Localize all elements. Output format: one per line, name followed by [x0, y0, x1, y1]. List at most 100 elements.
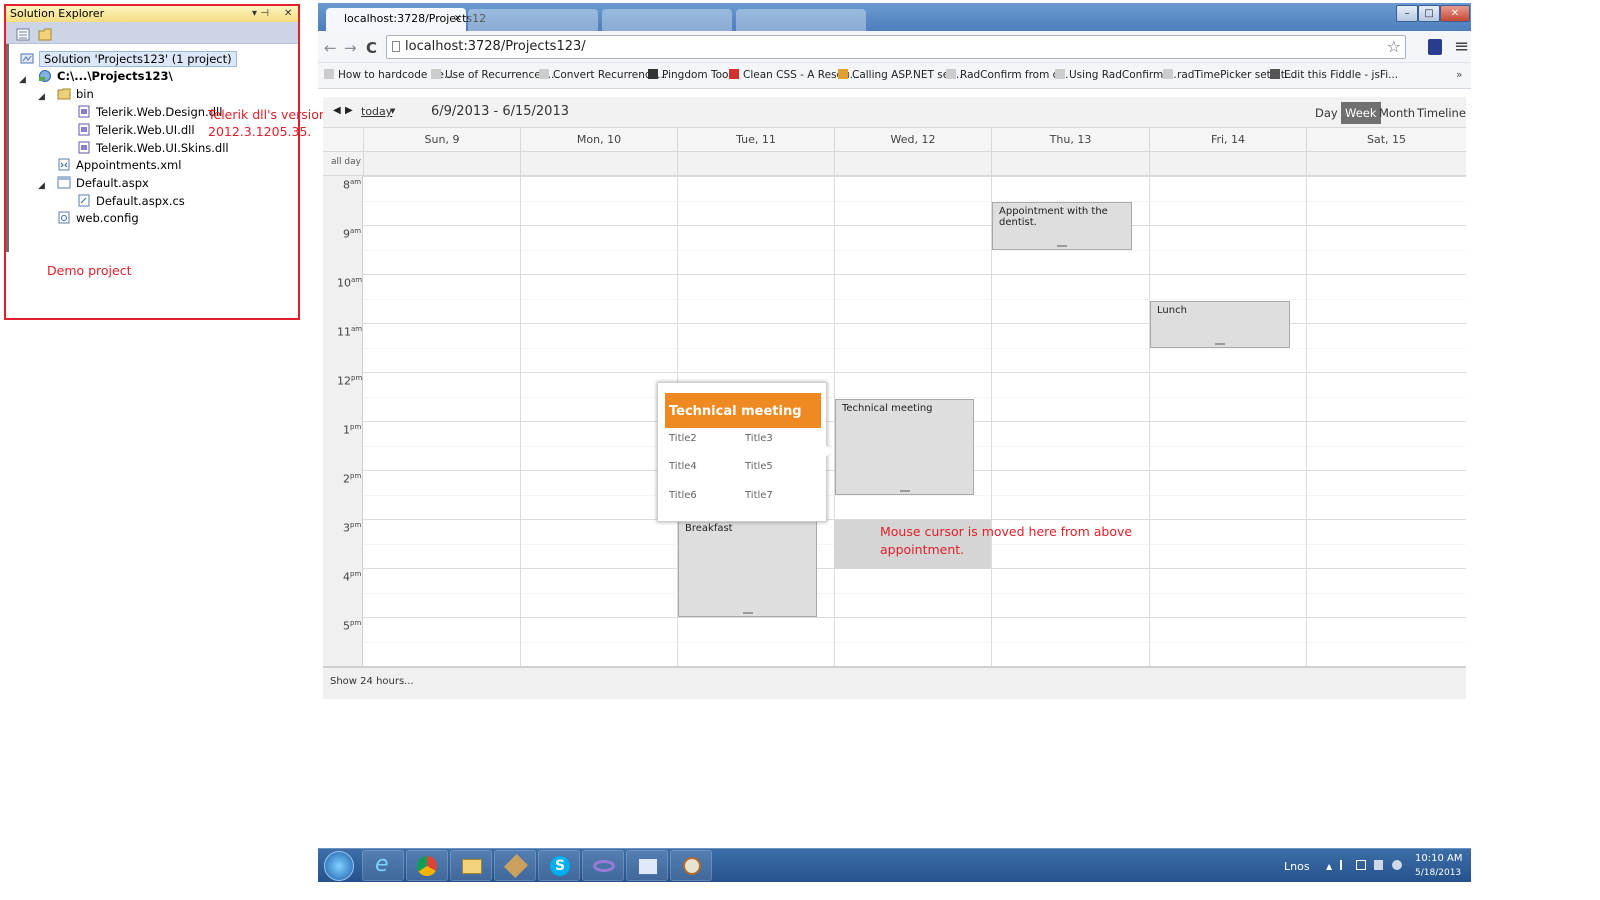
bookmarks-overflow-icon[interactable]: » — [1456, 69, 1462, 81]
tray-expand-icon[interactable]: ▲ — [1326, 862, 1332, 871]
solution-explorer-panel: Solution Explorer ▾ ⊣ ✕ Solution 'Projec… — [4, 4, 300, 320]
tree-solution[interactable]: Solution 'Projects123' (1 project) — [20, 51, 237, 68]
bookmark-item[interactable]: RadConfirm from c... — [946, 69, 1068, 81]
menu-icon[interactable]: ≡ — [1454, 36, 1469, 57]
tab-strip: localhost:3728/Projects12 ✕ – □ ✕ — [318, 3, 1471, 31]
reload-icon[interactable]: C — [366, 39, 377, 57]
hour-label: 12pm — [337, 374, 363, 388]
appointment-breakfast[interactable]: Breakfast — [678, 519, 817, 617]
taskbar-window-icon[interactable] — [626, 850, 668, 881]
tooltip-field: Title3 — [745, 433, 773, 444]
tree-file-default-aspx[interactable]: Default.aspx — [57, 175, 149, 192]
tab-active[interactable]: localhost:3728/Projects12 ✕ — [326, 8, 486, 31]
tree-file-skins-dll[interactable]: Telerik.Web.UI.Skins.dll — [77, 140, 229, 157]
file-label: Default.aspx — [76, 176, 149, 190]
tooltip-arrow — [826, 445, 832, 457]
solution-icon — [20, 52, 34, 65]
maximize-button[interactable]: □ — [1418, 5, 1440, 22]
flag-icon[interactable] — [1340, 860, 1349, 870]
address-bar[interactable]: localhost:3728/Projects123/ ☆ — [386, 35, 1406, 59]
network-icon[interactable] — [1356, 860, 1366, 870]
aspx-file-icon — [57, 176, 71, 189]
tab-inactive[interactable] — [736, 9, 866, 31]
project-label: C:\...\Projects123\ — [57, 69, 173, 83]
bookmark-item[interactable]: Using RadConfirm ... — [1055, 69, 1177, 81]
tab-inactive[interactable] — [468, 9, 598, 31]
tooltip-field: Title2 — [669, 433, 697, 444]
close-window-button[interactable]: ✕ — [1440, 5, 1470, 22]
taskbar-paint-icon[interactable] — [670, 850, 712, 881]
view-timeline-button[interactable]: Timeline — [1413, 102, 1470, 124]
hour-label: 1pm — [343, 423, 362, 437]
hour-label: 2pm — [343, 472, 362, 486]
day-header-wed: Wed, 12 — [834, 128, 991, 152]
bookmark-item[interactable]: Edit this Fiddle - jsFi... — [1270, 69, 1398, 81]
hour-label: 9am — [343, 227, 362, 241]
tree-project[interactable]: C:\...\Projects123\ — [38, 68, 173, 85]
properties-icon[interactable] — [16, 26, 30, 41]
expand-project-icon[interactable]: ◢ — [19, 75, 26, 85]
tab-inactive[interactable] — [602, 9, 732, 31]
tray-app-icon[interactable] — [1392, 860, 1402, 870]
tree-file-design-dll[interactable]: Telerik.Web.Design.dll — [77, 104, 222, 121]
taskbar-ie-icon[interactable]: e — [362, 850, 404, 881]
volume-icon[interactable] — [1374, 860, 1383, 870]
start-button[interactable] — [324, 851, 354, 881]
appointment-dentist[interactable]: Appointment with the dentist. — [992, 202, 1132, 250]
prev-icon[interactable]: ◀ — [333, 105, 341, 116]
bookmark-item[interactable]: Pingdom Tools — [648, 69, 737, 81]
tooltip-field: Title5 — [745, 461, 773, 472]
cs-file-icon — [77, 194, 91, 207]
appointment-lunch[interactable]: Lunch — [1150, 301, 1290, 348]
show-all-files-icon[interactable] — [38, 26, 52, 41]
xml-file-icon — [57, 158, 71, 171]
tab-close-icon[interactable]: ✕ — [454, 8, 462, 30]
mouse-note-line2: appointment. — [880, 542, 965, 557]
forward-icon[interactable]: → — [344, 39, 357, 57]
scheduler: ◀ ▶ today ▼ 6/9/2013 - 6/15/2013 Day Wee… — [323, 97, 1466, 699]
tree-file-web-config[interactable]: web.config — [57, 210, 139, 227]
taskbar-explorer-icon[interactable] — [450, 850, 492, 881]
hour-label: 4pm — [343, 570, 362, 584]
clock-time[interactable]: 10:10 AM — [1415, 853, 1462, 864]
all-day-row[interactable]: all day — [323, 152, 1466, 176]
today-button[interactable]: today — [361, 105, 392, 118]
hour-label: 11am — [337, 325, 363, 339]
tree-file-default-cs[interactable]: Default.aspx.cs — [77, 193, 185, 210]
taskbar-visual-studio-icon[interactable] — [582, 850, 624, 881]
file-label: web.config — [76, 211, 139, 225]
scheduler-footer: Show 24 hours... — [323, 666, 1466, 699]
hour-label: 8am — [343, 178, 362, 192]
taskbar-skype-icon[interactable]: S — [538, 850, 580, 881]
bookmark-star-icon[interactable]: ☆ — [1387, 36, 1401, 58]
tree-folder-bin[interactable]: bin — [57, 86, 94, 103]
show-24-hours-link[interactable]: Show 24 hours... — [330, 676, 414, 687]
appointment-technical-meeting[interactable]: Technical meeting — [835, 399, 974, 495]
back-icon[interactable]: ← — [324, 39, 337, 57]
nav-bar: ← → C localhost:3728/Projects123/ ☆ ≡ — [318, 31, 1471, 63]
solution-explorer-title: Solution Explorer — [10, 7, 105, 20]
day-header-thu: Thu, 13 — [991, 128, 1149, 152]
extension-icon[interactable] — [1428, 39, 1442, 55]
taskbar-tools-icon[interactable] — [494, 850, 536, 881]
date-range: 6/9/2013 - 6/15/2013 — [431, 104, 569, 119]
view-day-button[interactable]: Day — [1311, 102, 1342, 124]
pin-icon[interactable]: ▾ ⊣ — [252, 6, 269, 22]
scheduler-toolbar: ◀ ▶ today ▼ 6/9/2013 - 6/15/2013 Day Wee… — [323, 97, 1466, 128]
clock-date[interactable]: 5/18/2013 — [1415, 868, 1461, 878]
mouse-note-line1: Mouse cursor is moved here from above — [880, 524, 1133, 539]
expand-bin-icon[interactable]: ◢ — [38, 92, 45, 102]
next-icon[interactable]: ▶ — [345, 105, 353, 116]
today-dropdown-icon[interactable]: ▼ — [390, 107, 395, 115]
minimize-button[interactable]: – — [1396, 5, 1418, 22]
close-icon[interactable]: ✕ — [284, 6, 292, 22]
dll-version-note-line2: 2012.3.1205.35. — [208, 124, 312, 139]
tree-file-ui-dll[interactable]: Telerik.Web.UI.dll — [77, 122, 195, 139]
tree-file-appointments[interactable]: Appointments.xml — [57, 157, 181, 174]
folder-icon — [57, 87, 71, 100]
taskbar-chrome-icon[interactable] — [406, 850, 448, 881]
expand-default-icon[interactable]: ◢ — [38, 181, 45, 191]
bookmark-item[interactable]: Calling ASP.NET ser... — [838, 69, 963, 81]
language-indicator[interactable]: Lnos — [1284, 860, 1310, 873]
day-header-sun: Sun, 9 — [363, 128, 520, 152]
